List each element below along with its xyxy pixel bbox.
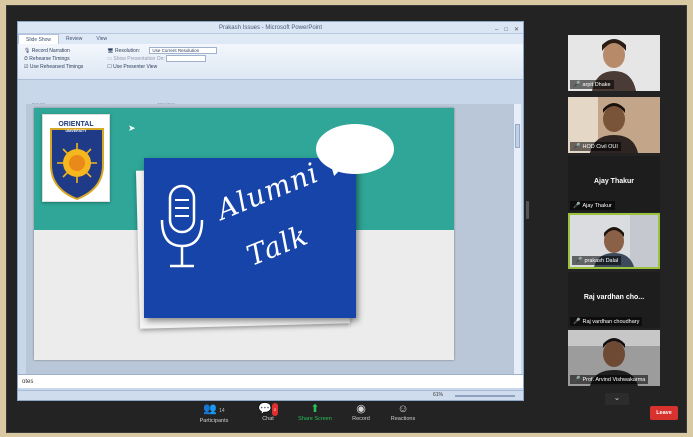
close-icon[interactable]: ✕ xyxy=(514,24,519,36)
participant-name-tag: 🎤 Prof. Arvind Vishwakarma xyxy=(570,375,649,384)
notes-pane[interactable]: otes xyxy=(18,374,523,388)
show-on-label: Show Presentation On: xyxy=(113,56,165,62)
participant-name: Ajay Thakur xyxy=(582,202,612,209)
participant-display-name: Raj vardhan cho... xyxy=(583,294,645,301)
use-presenter-view-label: Use Presenter View xyxy=(113,64,158,70)
reactions-button[interactable]: ☺ Reactions xyxy=(381,403,425,422)
show-on-select[interactable] xyxy=(166,55,207,63)
record-icon: ◉ xyxy=(356,403,366,415)
slide[interactable]: ORIENTAL UNIVERSITY Alumni Talk xyxy=(34,108,454,360)
tab-review[interactable]: Review xyxy=(59,34,89,44)
chat-button[interactable]: 💬 2 Chat xyxy=(246,403,290,422)
share-screen-icon: ⬆ xyxy=(310,403,320,415)
use-rehearsed-timings-checkbox[interactable]: ☑ Use Rehearsed Timings xyxy=(24,63,83,71)
record-label: Record xyxy=(352,416,370,422)
participant-name: prakash Dalal xyxy=(584,257,619,264)
slide-canvas: ORIENTAL UNIVERSITY Alumni Talk xyxy=(26,104,516,376)
tab-view[interactable]: View xyxy=(89,34,114,44)
ppt-ribbon: 🎙 Record Narration ⏱ Rehearse Timings ☑ … xyxy=(18,44,523,80)
record-narration-button[interactable]: 🎙 Record Narration xyxy=(24,47,83,55)
ppt-window-title: Prakash Issues - Microsoft PowerPoint xyxy=(218,25,323,31)
participants-icon: 👥 14 xyxy=(203,403,225,415)
participant-name-tag: 🎤 Raj vardhan choudhary xyxy=(570,317,643,326)
resolution-row: 🖥 Resolution: Use Current Resolution xyxy=(107,47,218,55)
participant-tile[interactable]: Raj vardhan cho... 🎤 Raj vardhan choudhar… xyxy=(568,272,660,328)
mic-muted-icon: 🎤 xyxy=(573,319,581,325)
participant-name-tag: 🎤 arpit Dhake xyxy=(570,80,614,89)
participant-name-tag: 🎤 HOD Civil OUI xyxy=(570,142,621,151)
participant-tile-active-speaker[interactable]: 🎤 prakash Dalal xyxy=(568,213,660,269)
panel-resize-handle[interactable] xyxy=(526,201,529,219)
rehearse-timings-label: Rehearse Timings xyxy=(29,56,70,62)
participant-name: Raj vardhan choudhary xyxy=(582,318,640,325)
share-screen-button[interactable]: ⬆ Share Screen xyxy=(293,403,337,422)
scrollbar-thumb[interactable] xyxy=(515,124,520,148)
chat-icon: 💬 2 xyxy=(258,403,278,416)
participant-tile[interactable]: 🎤 HOD Civil OUI xyxy=(568,97,660,153)
chat-label: Chat xyxy=(262,416,274,422)
participant-name-tag: 🎤 prakash Dalal xyxy=(572,256,622,265)
ppt-title-bar: Prakash Issues - Microsoft PowerPoint – … xyxy=(18,22,523,34)
university-logo: ORIENTAL UNIVERSITY xyxy=(42,114,110,202)
mouse-cursor-icon: ➤ xyxy=(128,123,136,133)
leave-button[interactable]: Leave xyxy=(650,406,678,420)
participants-button[interactable]: 👥 14 Participants xyxy=(192,403,236,424)
show-presentation-on-row: ▭ Show Presentation On: xyxy=(107,55,217,63)
participant-display-name: Ajay Thakur xyxy=(593,178,635,185)
participant-tile[interactable]: Ajay Thakur 🎤 Ajay Thakur xyxy=(568,156,660,212)
mic-muted-icon: 🎤 xyxy=(573,82,581,88)
share-screen-label: Share Screen xyxy=(298,416,332,422)
use-presenter-view-checkbox[interactable]: ☐ Use Presenter View xyxy=(107,63,217,71)
rehearse-timings-button[interactable]: ⏱ Rehearse Timings xyxy=(24,55,83,63)
shared-screen-powerpoint: Prakash Issues - Microsoft PowerPoint – … xyxy=(17,21,524,401)
record-button[interactable]: ◉ Record xyxy=(339,403,383,422)
zoom-meeting-window: Prakash Issues - Microsoft PowerPoint – … xyxy=(6,5,687,433)
participant-tile[interactable]: 🎤 Prof. Arvind Vishwakarma xyxy=(568,330,660,386)
participant-tile[interactable]: 🎤 arpit Dhake xyxy=(568,35,660,91)
tab-slide-show[interactable]: Slide Show xyxy=(18,34,60,44)
participant-name: arpit Dhake xyxy=(582,81,611,88)
chat-unread-badge: 2 xyxy=(271,403,278,416)
minimize-icon[interactable]: – xyxy=(495,24,498,36)
record-narration-label: Record Narration xyxy=(31,48,70,54)
meeting-toolbar: 👥 14 Participants 💬 2 Chat ⬆ Share Screen … xyxy=(7,398,686,432)
mic-muted-icon: 🎤 xyxy=(575,258,583,264)
reactions-label: Reactions xyxy=(390,416,416,422)
participant-name-tag: 🎤 Ajay Thakur xyxy=(570,201,615,210)
vertical-scrollbar[interactable] xyxy=(513,104,521,376)
mic-muted-icon: 🎤 xyxy=(573,144,581,150)
ribbon-monitors-group: 🖥 Resolution: Use Current Resolution ▭ S… xyxy=(107,47,218,76)
resolution-select[interactable]: Use Current Resolution xyxy=(149,47,218,55)
participants-label: Participants xyxy=(199,418,229,424)
resolution-label: Resolution: xyxy=(114,48,140,54)
ppt-ribbon-tabs: Slide Show Review View xyxy=(18,34,523,44)
logo-title: ORIENTAL xyxy=(58,121,94,128)
notes-placeholder: otes xyxy=(22,379,34,385)
use-rehearsed-timings-label: Use Rehearsed Timings xyxy=(29,64,84,70)
reactions-icon: ☺ xyxy=(397,403,409,415)
participant-name: Prof. Arvind Vishwakarma xyxy=(582,376,646,383)
mic-muted-icon: 🎤 xyxy=(573,377,581,383)
mic-muted-icon: 🎤 xyxy=(573,203,581,209)
zoom-slider[interactable] xyxy=(455,395,515,397)
maximize-icon[interactable]: □ xyxy=(504,24,508,36)
participants-count: 14 xyxy=(219,408,225,414)
window-controls: – □ ✕ xyxy=(495,24,519,36)
participant-name: HOD Civil OUI xyxy=(582,143,618,150)
logo-subtitle: UNIVERSITY xyxy=(65,129,87,133)
ribbon-setup-group: 🎙 Record Narration ⏱ Rehearse Timings ☑ … xyxy=(24,47,83,76)
